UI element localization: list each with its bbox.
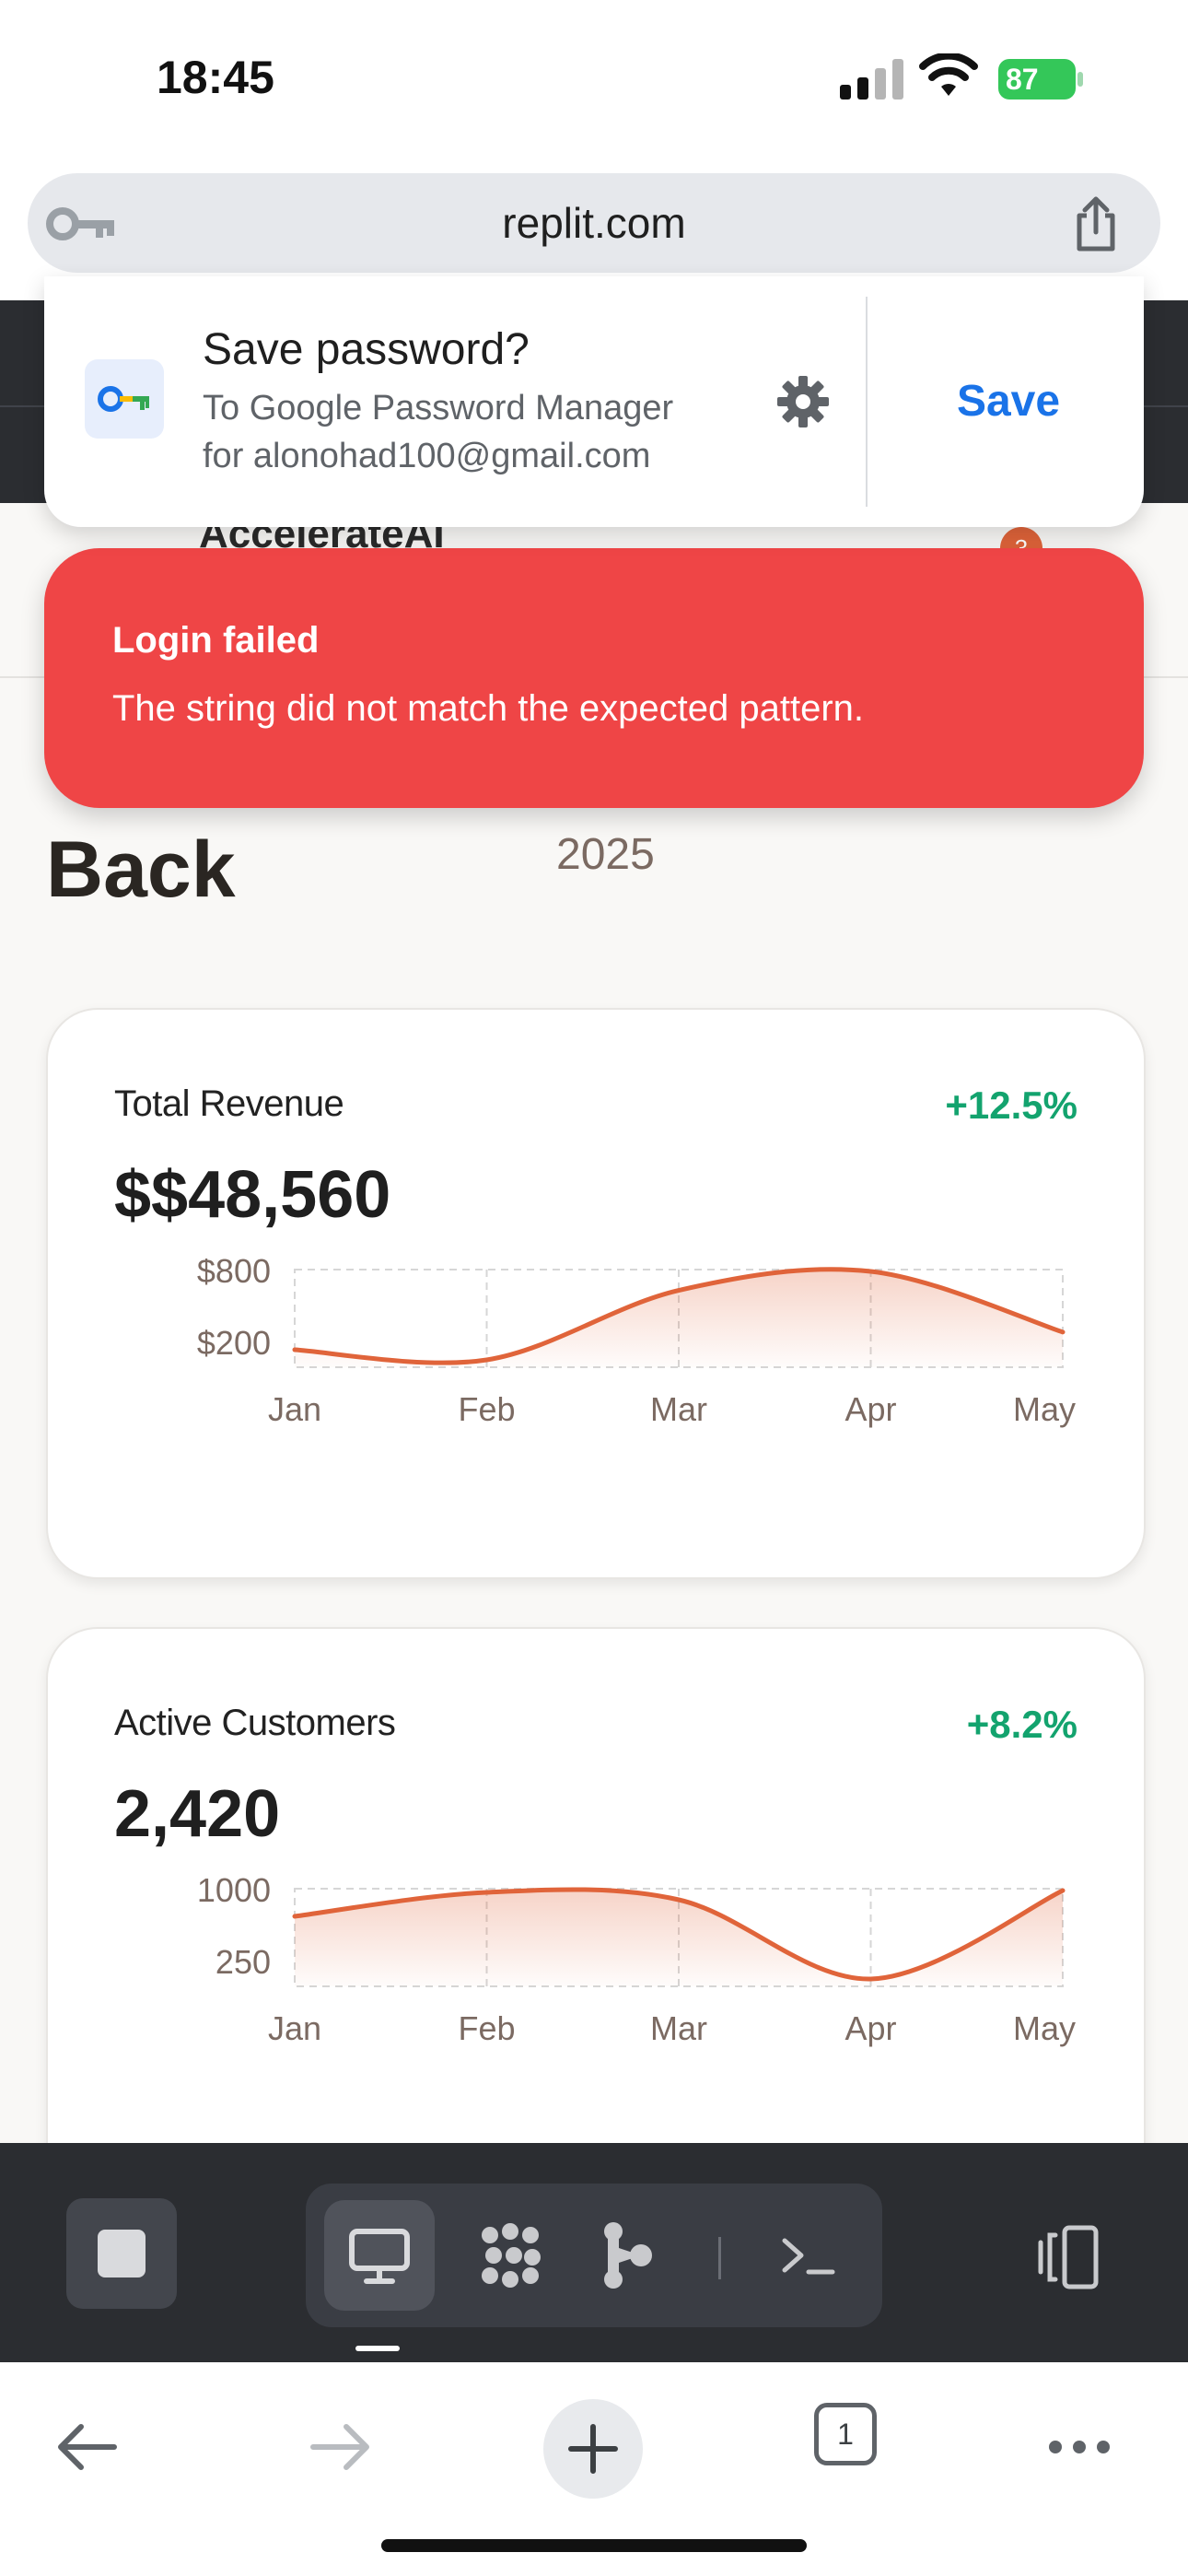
- key-icon[interactable]: [44, 201, 118, 247]
- password-manager-logo: [85, 359, 164, 439]
- x-tick-label: Feb: [458, 2009, 515, 2047]
- drag-handle[interactable]: [355, 2346, 400, 2351]
- view-switcher: [306, 2184, 882, 2327]
- workspace-toolbar: [0, 2143, 1188, 2362]
- git-branch-icon[interactable]: [589, 2219, 663, 2292]
- back-arrow-icon[interactable]: [50, 2410, 123, 2484]
- status-time: 18:45: [157, 52, 274, 103]
- x-tick-label: Feb: [458, 1390, 515, 1428]
- x-tick-label: Apr: [844, 1390, 896, 1428]
- x-tick-label: Mar: [650, 2009, 707, 2047]
- prompt-divider: [866, 297, 868, 507]
- stop-button[interactable]: [66, 2198, 177, 2309]
- stop-icon: [98, 2230, 146, 2277]
- wifi-icon: [919, 53, 978, 96]
- welcome-heading: Back: [46, 825, 236, 914]
- y-tick-label: 1000: [197, 1878, 271, 1909]
- prompt-account: for alonohad100@gmail.com: [203, 437, 651, 475]
- more-options-icon[interactable]: [1042, 2410, 1116, 2484]
- cellular-signal-icon: [840, 59, 903, 100]
- new-tab-button[interactable]: [543, 2399, 643, 2499]
- prompt-subtitle: To Google Password Manager: [203, 389, 674, 427]
- x-tick-label: Jan: [268, 2009, 321, 2047]
- error-toast[interactable]: Login failed The string did not match th…: [44, 548, 1144, 808]
- battery-indicator: 87: [998, 59, 1083, 100]
- card-value: 2,420: [114, 1777, 281, 1851]
- devices-icon[interactable]: [1028, 2222, 1105, 2292]
- prompt-title: Save password?: [203, 325, 530, 374]
- tab-preview[interactable]: [324, 2200, 435, 2311]
- toast-title: Login failed: [112, 620, 320, 661]
- revenue-chart: $800 $200 Jan Feb Mar Apr May: [197, 1259, 1076, 1428]
- home-indicator: [381, 2539, 807, 2552]
- forward-arrow-icon[interactable]: [304, 2410, 378, 2484]
- save-password-button[interactable]: Save: [873, 276, 1144, 527]
- date-text: 2025: [556, 830, 655, 879]
- card-change: +8.2%: [966, 1703, 1077, 1746]
- address-bar[interactable]: replit.com: [28, 173, 1160, 273]
- chart-area: [295, 1889, 1063, 1986]
- x-tick-label: May: [1013, 2009, 1076, 2047]
- toolbar-separator: [718, 2237, 721, 2279]
- key-logo-icon: [98, 386, 149, 412]
- y-tick-label: $800: [197, 1259, 271, 1290]
- monitor-icon: [349, 2229, 410, 2284]
- x-tick-label: Apr: [844, 2009, 896, 2047]
- card-title: Total Revenue: [114, 1083, 344, 1124]
- revenue-card: Total Revenue +12.5% $$48,560 $800 $200 Ja…: [46, 1008, 1146, 1579]
- y-tick-label: 250: [215, 1943, 271, 1981]
- customers-chart: 1000 250 Jan Feb Mar Apr May: [197, 1878, 1076, 2047]
- url-text[interactable]: replit.com: [28, 173, 1160, 273]
- card-title: Active Customers: [114, 1703, 396, 1743]
- card-change: +12.5%: [945, 1083, 1077, 1127]
- customers-card: Active Customers +8.2% 2,420 1000 250 Jan F…: [46, 1627, 1146, 2202]
- toast-message: The string did not match the expected pa…: [112, 688, 865, 729]
- battery-percentage: 87: [1006, 63, 1039, 96]
- gear-icon[interactable]: [774, 372, 833, 431]
- x-tick-label: Mar: [650, 1390, 707, 1428]
- share-icon[interactable]: [1066, 195, 1125, 254]
- y-tick-label: $200: [197, 1324, 271, 1362]
- tab-switcher-button[interactable]: 1: [814, 2403, 877, 2465]
- save-password-prompt: Save password? To Google Password Manage…: [44, 276, 1144, 527]
- terminal-icon[interactable]: [772, 2219, 845, 2292]
- x-tick-label: May: [1013, 1390, 1076, 1428]
- card-value: $$48,560: [114, 1158, 391, 1232]
- x-tick-label: Jan: [268, 1390, 321, 1428]
- plus-icon: [568, 2424, 618, 2474]
- agent-icon[interactable]: [473, 2219, 547, 2292]
